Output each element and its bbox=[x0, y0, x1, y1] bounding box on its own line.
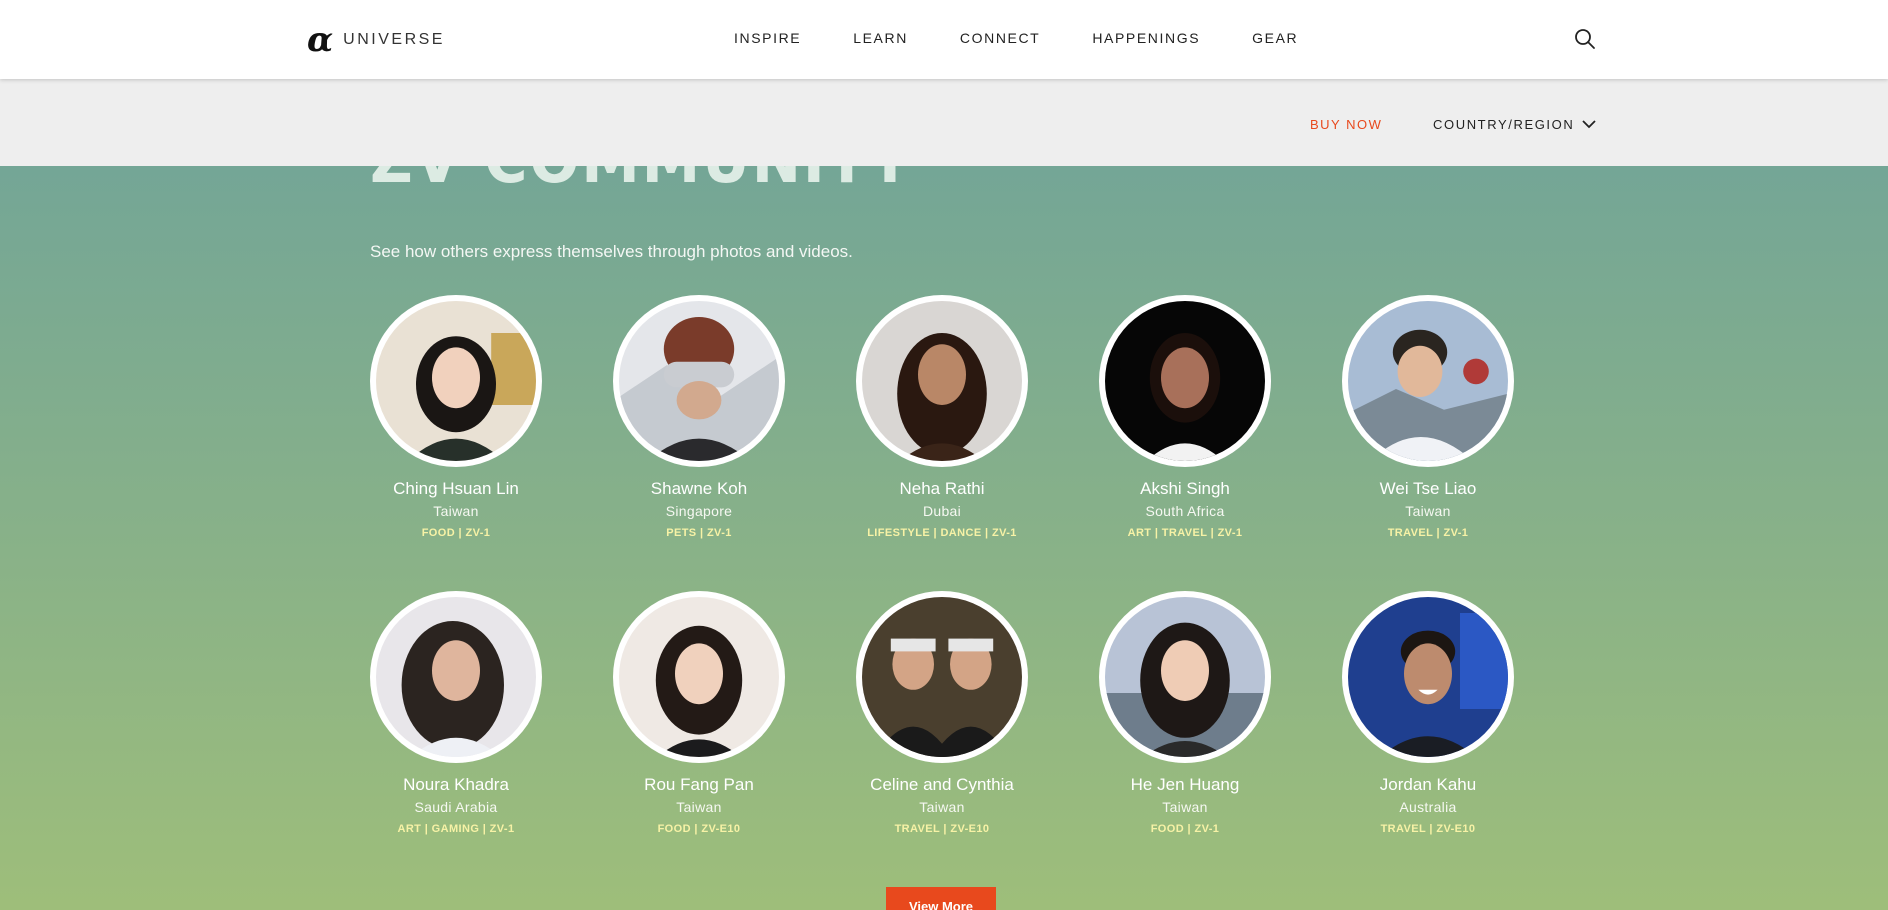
section-heading: ZV COMMUNITY bbox=[370, 166, 913, 198]
search-icon[interactable] bbox=[1574, 28, 1596, 50]
sub-navigation: BUY NOW COUNTRY/REGION bbox=[0, 79, 1888, 166]
creator-card[interactable]: Neha Rathi Dubai LIFESTYLE | DANCE | ZV-… bbox=[856, 295, 1028, 539]
creator-name: Wei Tse Liao bbox=[1379, 479, 1477, 498]
creator-country: Saudi Arabia bbox=[414, 799, 498, 815]
creator-country: Taiwan bbox=[1162, 799, 1208, 815]
avatar bbox=[613, 295, 785, 467]
country-region-selector[interactable]: COUNTRY/REGION bbox=[1433, 117, 1596, 132]
creator-name: Rou Fang Pan bbox=[644, 775, 754, 794]
avatar bbox=[370, 591, 542, 763]
creator-card[interactable]: Ching Hsuan Lin Taiwan FOOD | ZV-1 bbox=[370, 295, 542, 539]
avatar bbox=[856, 295, 1028, 467]
avatar bbox=[856, 591, 1028, 763]
creator-tags: FOOD | ZV-1 bbox=[421, 527, 491, 539]
creator-card[interactable]: Wei Tse Liao Taiwan TRAVEL | ZV-1 bbox=[1342, 295, 1514, 539]
creator-card[interactable]: Noura Khadra Saudi Arabia ART | GAMING |… bbox=[370, 591, 542, 835]
creator-country: Singapore bbox=[665, 503, 733, 519]
creator-tags: TRAVEL | ZV-1 bbox=[1387, 527, 1469, 539]
avatar bbox=[370, 295, 542, 467]
creator-card[interactable]: He Jen Huang Taiwan FOOD | ZV-1 bbox=[1099, 591, 1271, 835]
creator-card[interactable]: Rou Fang Pan Taiwan FOOD | ZV-E10 bbox=[613, 591, 785, 835]
creator-country: Taiwan bbox=[919, 799, 965, 815]
main-nav: INSPIRE LEARN CONNECT HAPPENINGS GEAR bbox=[734, 30, 1350, 46]
creator-name: Shawne Koh bbox=[650, 479, 748, 498]
creator-tags: ART | GAMING | ZV-1 bbox=[397, 823, 515, 835]
creator-tags: LIFESTYLE | DANCE | ZV-1 bbox=[867, 527, 1017, 539]
avatar bbox=[1342, 591, 1514, 763]
creator-tags: TRAVEL | ZV-E10 bbox=[894, 823, 990, 835]
creator-name: Akshi Singh bbox=[1140, 479, 1230, 498]
chevron-down-icon bbox=[1582, 117, 1596, 132]
creator-card[interactable]: Jordan Kahu Australia TRAVEL | ZV-E10 bbox=[1342, 591, 1514, 835]
avatar bbox=[613, 591, 785, 763]
section-subtitle: See how others express themselves throug… bbox=[370, 242, 853, 261]
zv-community-section: ZV COMMUNITY See how others express them… bbox=[0, 166, 1888, 910]
nav-connect[interactable]: CONNECT bbox=[960, 30, 1040, 46]
creator-country: Australia bbox=[1399, 799, 1457, 815]
creator-name: Ching Hsuan Lin bbox=[393, 479, 519, 498]
creator-country: Taiwan bbox=[1405, 503, 1451, 519]
top-navigation: α UNIVERSE INSPIRE LEARN CONNECT HAPPENI… bbox=[0, 0, 1888, 79]
logo-text: UNIVERSE bbox=[343, 31, 445, 48]
buy-now-link[interactable]: BUY NOW bbox=[1310, 117, 1382, 132]
avatar bbox=[1099, 591, 1271, 763]
creator-name: Noura Khadra bbox=[403, 775, 509, 794]
avatar bbox=[1099, 295, 1271, 467]
creator-tags: TRAVEL | ZV-E10 bbox=[1380, 823, 1476, 835]
creator-country: Taiwan bbox=[433, 503, 479, 519]
nav-inspire[interactable]: INSPIRE bbox=[734, 30, 801, 46]
creator-name: Jordan Kahu bbox=[1379, 775, 1477, 794]
creator-tags: PETS | ZV-1 bbox=[666, 527, 732, 539]
avatar bbox=[1342, 295, 1514, 467]
creator-name: Celine and Cynthia bbox=[870, 775, 1014, 794]
view-more-button[interactable]: View More bbox=[886, 887, 996, 910]
nav-gear[interactable]: GEAR bbox=[1252, 30, 1298, 46]
creator-country: Taiwan bbox=[676, 799, 722, 815]
nav-learn[interactable]: LEARN bbox=[853, 30, 908, 46]
creator-country: Dubai bbox=[922, 503, 962, 519]
creator-card[interactable]: Celine and Cynthia Taiwan TRAVEL | ZV-E1… bbox=[856, 591, 1028, 835]
creator-tags: FOOD | ZV-E10 bbox=[657, 823, 741, 835]
creator-name: Neha Rathi bbox=[899, 479, 985, 498]
creator-card[interactable]: Akshi Singh South Africa ART | TRAVEL | … bbox=[1099, 295, 1271, 539]
creator-tags: ART | TRAVEL | ZV-1 bbox=[1127, 527, 1243, 539]
alpha-universe-logo[interactable]: α UNIVERSE bbox=[307, 20, 445, 60]
nav-happenings[interactable]: HAPPENINGS bbox=[1092, 30, 1200, 46]
creator-tags: FOOD | ZV-1 bbox=[1150, 823, 1220, 835]
creator-name: He Jen Huang bbox=[1130, 775, 1240, 794]
creator-country: South Africa bbox=[1145, 503, 1225, 519]
alpha-logo-mark: α bbox=[307, 20, 334, 60]
country-region-label: COUNTRY/REGION bbox=[1433, 117, 1575, 132]
creator-card[interactable]: Shawne Koh Singapore PETS | ZV-1 bbox=[613, 295, 785, 539]
